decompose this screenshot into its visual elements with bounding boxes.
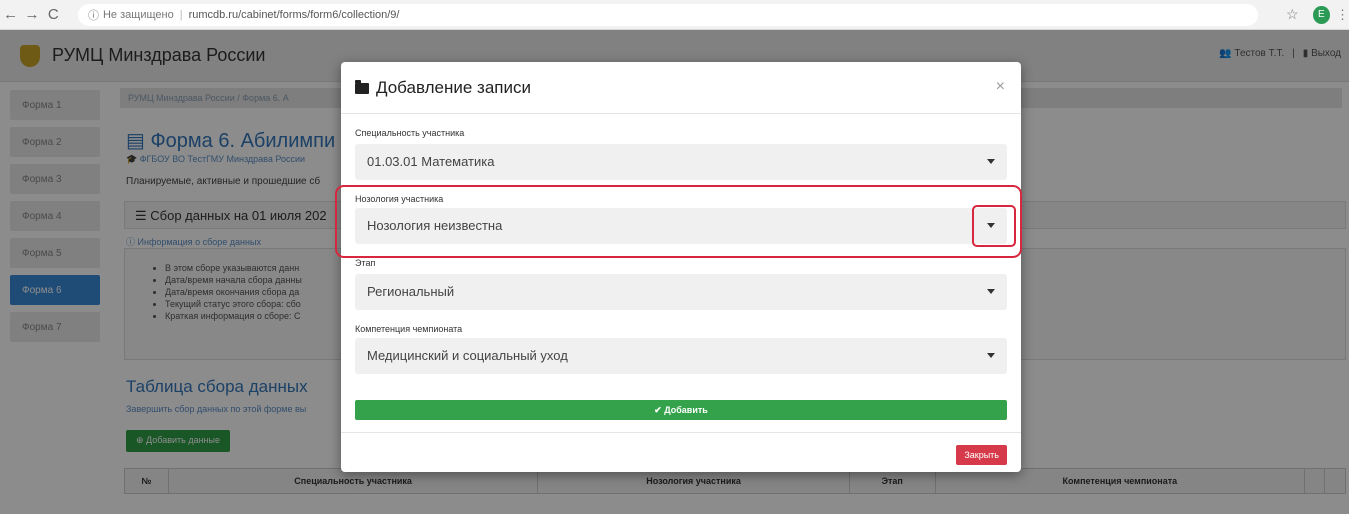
add-button[interactable]: ✔ Добавить	[355, 400, 1007, 420]
back-icon[interactable]: ←	[0, 6, 21, 23]
add-record-modal: Добавление записи × Специальность участн…	[341, 62, 1021, 472]
competence-value: Медицинский и социальный уход	[367, 348, 568, 363]
modal-header: Добавление записи ×	[341, 62, 1021, 114]
dropdown-toggle-highlight	[972, 205, 1016, 247]
competence-select[interactable]: Медицинский и социальный уход	[355, 338, 1007, 374]
chevron-down-icon[interactable]	[987, 353, 995, 358]
stage-select[interactable]: Региональный	[355, 274, 1007, 310]
info-icon[interactable]: ⓘ	[88, 7, 99, 23]
chevron-down-icon[interactable]	[987, 289, 995, 294]
close-icon[interactable]: ×	[996, 78, 1005, 96]
folder-icon	[355, 79, 369, 94]
modal-title-text: Добавление записи	[376, 78, 531, 97]
specialty-select[interactable]: 01.03.01 Математика	[355, 144, 1007, 180]
competence-label: Компетенция чемпионата	[355, 324, 463, 334]
close-button[interactable]: Закрыть	[956, 445, 1007, 465]
url-text: rumcdb.ru/cabinet/forms/form6/collection…	[188, 8, 400, 21]
nosology-highlight-frame	[335, 185, 1022, 258]
stage-label: Этап	[355, 258, 376, 268]
address-separator: |	[179, 8, 183, 21]
forward-icon[interactable]: →	[21, 6, 42, 23]
address-bar[interactable]: ⓘ Не защищено | rumcdb.ru/cabinet/forms/…	[77, 3, 1258, 26]
browser-menu-icon[interactable]: ⋮	[1336, 7, 1349, 23]
security-label: Не защищено	[102, 8, 174, 21]
browser-toolbar: ← → C ⓘ Не защищено | rumcdb.ru/cabinet/…	[0, 0, 1349, 30]
modal-title: Добавление записи	[355, 78, 531, 98]
modal-footer: Закрыть	[341, 432, 1021, 472]
chevron-down-icon[interactable]	[987, 159, 995, 164]
reload-icon[interactable]: C	[43, 6, 64, 23]
stage-value: Региональный	[367, 284, 455, 299]
bookmark-star-icon[interactable]: ☆	[1286, 6, 1299, 23]
profile-avatar[interactable]: E	[1312, 5, 1330, 24]
specialty-value: 01.03.01 Математика	[367, 154, 495, 169]
specialty-label: Специальность участника	[355, 128, 465, 138]
